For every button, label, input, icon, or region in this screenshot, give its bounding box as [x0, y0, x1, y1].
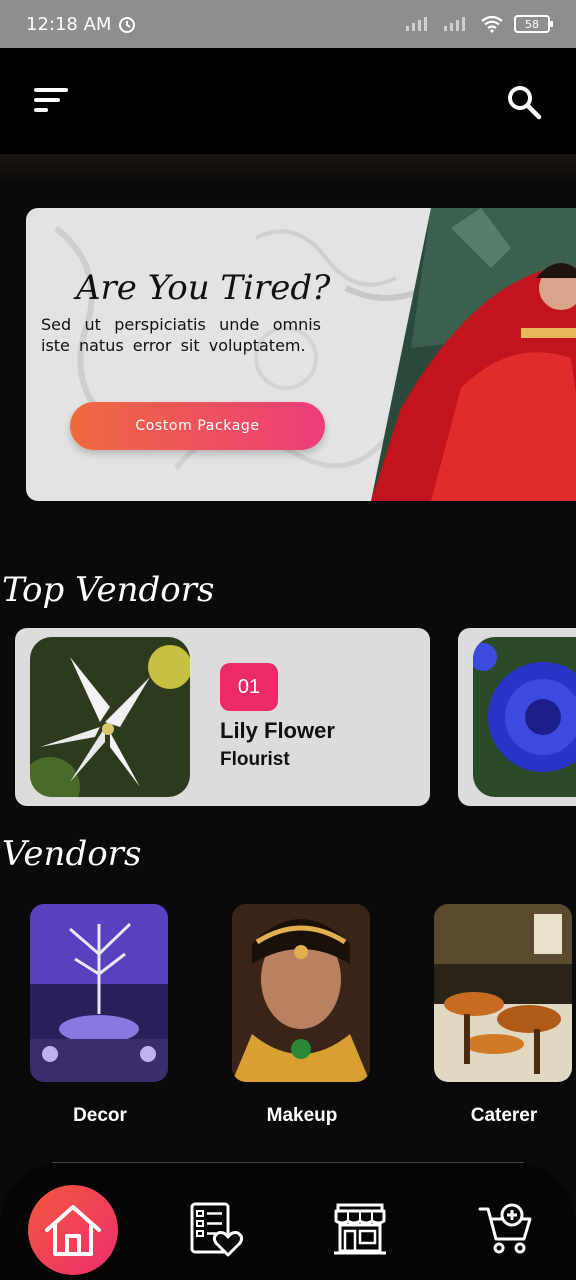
app-bar-shadow — [0, 154, 576, 184]
banner-title: Are You Tired? — [76, 268, 331, 308]
vendor-caterer[interactable]: Caterer — [434, 904, 574, 1127]
status-bar: 12:18 AM 58 — [0, 0, 576, 48]
top-vendors-title: Top Vendors — [2, 570, 215, 610]
status-time: 12:18 AM — [26, 13, 112, 35]
vendor-label: Makeup — [266, 1105, 338, 1126]
rank-badge: 01 — [220, 663, 278, 711]
lily-flower-image — [30, 637, 190, 797]
menu-icon[interactable] — [34, 88, 70, 114]
cart-add-icon[interactable] — [478, 1201, 534, 1257]
caterer-image — [434, 904, 572, 1082]
makeup-image — [232, 904, 370, 1082]
vendor-label: Caterer — [470, 1105, 538, 1126]
top-vendor-card[interactable]: 01 Lily Flower Flourist — [15, 628, 430, 806]
wifi-icon — [481, 15, 503, 33]
battery-indicator: 58 — [514, 15, 553, 33]
vendor-decor[interactable]: Decor — [30, 904, 170, 1127]
vendor-name: Lily Flower — [220, 718, 335, 743]
custom-package-button[interactable]: Costom Package — [70, 402, 325, 450]
app-bar — [0, 48, 576, 154]
vendors-title: Vendors — [2, 834, 142, 874]
bottom-nav — [0, 1163, 576, 1280]
signal-icon-2 — [444, 17, 465, 31]
banner-text: Sed ut perspiciatis unde omnis iste natu… — [41, 315, 321, 355]
promo-banner: Are You Tired? Sed ut perspiciatis unde … — [26, 208, 576, 501]
status-icons: 58 — [404, 15, 553, 33]
cornflower-image — [473, 637, 576, 797]
decor-image — [30, 904, 168, 1082]
shop-icon[interactable] — [332, 1201, 388, 1257]
vendor-label: Decor — [73, 1105, 127, 1126]
home-icon — [45, 1205, 101, 1256]
top-vendor-card-partial[interactable] — [458, 628, 576, 806]
alarm-icon — [119, 17, 136, 33]
wishlist-icon[interactable] — [188, 1201, 244, 1257]
search-icon[interactable] — [506, 84, 542, 120]
vendor-category: Flourist — [220, 749, 290, 770]
nav-home[interactable] — [28, 1185, 118, 1275]
signal-icon — [406, 17, 427, 31]
vendor-makeup[interactable]: Makeup — [232, 904, 372, 1127]
